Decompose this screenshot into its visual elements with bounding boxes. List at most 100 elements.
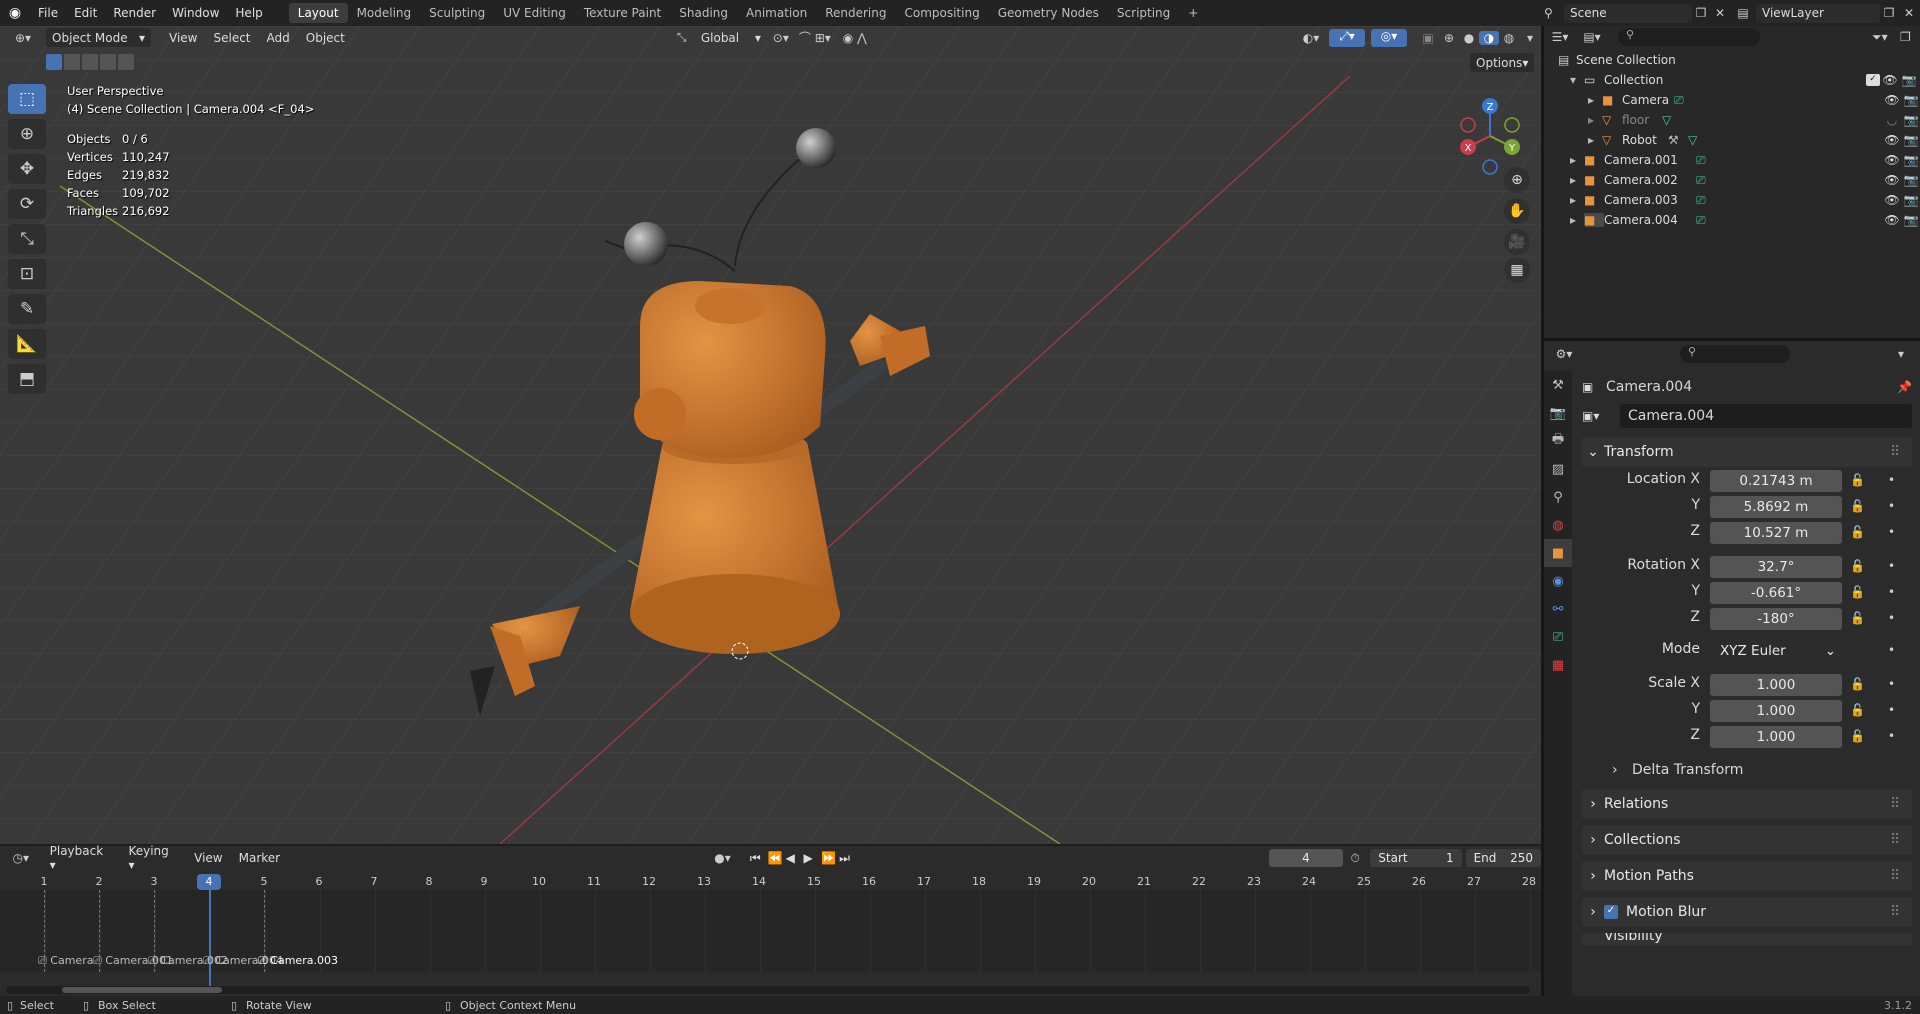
visibility-eye-icon[interactable]: 👁 (1882, 133, 1902, 147)
timeline-editor-type-icon[interactable]: ◷▾ (0, 851, 42, 865)
preview-range-icon[interactable]: ⏱ (1350, 851, 1370, 866)
expand-arrow-icon[interactable]: ▸ (1588, 133, 1602, 147)
shading-options-icon[interactable]: ▾ (1519, 31, 1541, 45)
drag-handle-icon[interactable]: ⠿ (1890, 832, 1912, 848)
render-camera-icon[interactable]: 📷 (1902, 193, 1920, 207)
workspace-tab-geometry-nodes[interactable]: Geometry Nodes (989, 3, 1108, 23)
proportional-edit-icon[interactable]: ◉ ⋀ (835, 31, 875, 45)
rotation-y-field[interactable]: -0.661° (1710, 582, 1842, 604)
rotate-tool-icon[interactable]: ⟳ (8, 189, 46, 219)
timeline-menu-marker[interactable]: Marker (231, 851, 288, 865)
location-x-field[interactable]: 0.21743 m (1710, 470, 1842, 492)
rotation-z-field[interactable]: -180° (1710, 608, 1842, 630)
transform-tool-icon[interactable]: ⊡ (8, 259, 46, 289)
workspace-tab-layout[interactable]: Layout (288, 3, 348, 23)
constraints-tab-icon[interactable]: ⚯ (1544, 595, 1572, 623)
object-type-dropdown[interactable]: ▣▾ (1582, 409, 1620, 423)
outliner-row-camera-002[interactable]: ▸ ■ Camera.002 ⎚ 👁 📷 (1544, 170, 1920, 190)
keyframe-dot-icon[interactable]: • (1888, 585, 1895, 599)
keyframe-dot-icon[interactable]: • (1888, 611, 1895, 625)
properties-search-input[interactable]: ⚲ (1680, 345, 1790, 363)
zoom-icon[interactable]: ⊕ (1504, 167, 1530, 193)
shading-material-icon[interactable]: ◑ (1479, 30, 1499, 45)
pivot-icon[interactable]: ⊙▾ (767, 31, 795, 45)
auto-keying-icon[interactable]: ●▾ (714, 851, 750, 865)
render-camera-icon[interactable]: 📷 (1902, 173, 1920, 187)
viewport-menu-select[interactable]: Select (205, 31, 258, 45)
outliner-search-input[interactable]: ⚲ (1618, 28, 1760, 46)
expand-arrow-icon[interactable]: ▸ (1588, 113, 1602, 127)
render-camera-icon[interactable]: 📷 (1902, 93, 1920, 107)
end-frame-field[interactable]: End 250 (1465, 849, 1542, 867)
display-mode-icon[interactable]: ▤▾ (1576, 30, 1608, 44)
lock-scale-y-icon[interactable]: 🔓 (1850, 703, 1865, 717)
viewport-menu-object[interactable]: Object (298, 31, 353, 45)
keyframe-dot-icon[interactable]: • (1888, 559, 1895, 573)
transform-panel-header[interactable]: ⌄ Transform ⠿ (1582, 437, 1912, 467)
new-scene-icon[interactable]: ❐ (1692, 6, 1710, 20)
viewlayer-selector[interactable]: ViewLayer (1756, 3, 1880, 23)
rotation-mode-dropdown[interactable]: XYZ Euler ⌄ (1710, 640, 1842, 662)
expand-arrow-icon[interactable]: ▾ (1570, 73, 1584, 87)
outliner-editor-type-icon[interactable]: ☰▾ (1544, 30, 1576, 44)
menu-help[interactable]: Help (227, 0, 270, 26)
camera-view-icon[interactable]: 🎥 (1504, 229, 1530, 255)
tool-tab-icon[interactable]: ⚒ (1544, 371, 1572, 399)
viewport-menu-view[interactable]: View (161, 31, 205, 45)
lock-rotation-y-icon[interactable]: 🔓 (1850, 585, 1865, 599)
jump-keyframe-back-icon[interactable]: ⏪ (768, 851, 786, 865)
viewlayer-icon[interactable]: ▤ (1730, 6, 1756, 20)
drag-handle-icon[interactable]: ⠿ (1890, 796, 1912, 812)
timeline-scrollbar-thumb[interactable] (62, 987, 222, 993)
properties-options-icon[interactable]: ▾ (1898, 347, 1920, 361)
move-tool-icon[interactable]: ✥ (8, 154, 46, 184)
visibility-eye-icon[interactable]: 👁 (1882, 93, 1902, 107)
keyframe-dot-icon[interactable]: • (1888, 643, 1895, 657)
workspace-tab-texture-paint[interactable]: Texture Paint (575, 3, 670, 23)
workspace-tab-modeling[interactable]: Modeling (348, 3, 421, 23)
lock-scale-x-icon[interactable]: 🔓 (1850, 677, 1865, 691)
menu-window[interactable]: Window (164, 0, 227, 26)
select-invert-icon[interactable] (100, 54, 116, 70)
timeline-track-area[interactable]: ⎚ Camera ⎚ Camera.001 ⎚ Camera.002 ⎚ Camera… (0, 890, 1541, 986)
shading-wireframe-icon[interactable]: ⊕ (1439, 31, 1459, 45)
scene-icon[interactable]: ⚲ (1544, 6, 1564, 20)
ortho-toggle-icon[interactable]: ▦ (1504, 257, 1530, 283)
select-intersect-icon[interactable] (118, 54, 134, 70)
timeline-marker[interactable]: ⎚ Camera.003 (258, 954, 338, 968)
scene-tab-icon[interactable]: ⚲ (1544, 483, 1572, 511)
output-tab-icon[interactable]: 🖶 (1544, 427, 1572, 455)
expand-arrow-icon[interactable]: ▸ (1588, 93, 1602, 107)
workspace-tab-compositing[interactable]: Compositing (895, 3, 988, 23)
render-camera-icon[interactable]: 📷 (1900, 73, 1918, 87)
delete-viewlayer-icon[interactable]: ✕ (1898, 6, 1920, 20)
outliner-row-floor[interactable]: ▸ ▽ floor ▽ ◡ 📷 (1544, 110, 1920, 130)
jump-start-icon[interactable]: ⏮ (750, 851, 768, 866)
expand-arrow-icon[interactable]: ▸ (1570, 213, 1584, 227)
outliner-row-camera[interactable]: ▸ ■ Camera ⎚ 👁 📷 (1544, 90, 1920, 110)
keyframe-dot-icon[interactable]: • (1888, 525, 1895, 539)
keyframe-dot-icon[interactable]: • (1888, 703, 1895, 717)
world-tab-icon[interactable]: ◍ (1544, 511, 1572, 539)
workspace-tab-sculpting[interactable]: Sculpting (420, 3, 494, 23)
render-tab-icon[interactable]: 📷 (1544, 399, 1572, 427)
scale-tool-icon[interactable]: ⤡ (8, 224, 46, 254)
scale-z-field[interactable]: 1.000 (1710, 726, 1842, 748)
viewport-options-button[interactable]: Options ▾ (1470, 53, 1534, 72)
menu-render[interactable]: Render (105, 0, 164, 26)
workspace-tab-shading[interactable]: Shading (670, 3, 737, 23)
drag-handle-icon[interactable]: ⠿ (1890, 444, 1912, 460)
keyframe-dot-icon[interactable]: • (1888, 729, 1895, 743)
location-y-field[interactable]: 5.8692 m (1710, 496, 1842, 518)
visibility-icon[interactable]: ◐▾ (1293, 31, 1329, 45)
object-tab-icon[interactable]: ■ (1544, 539, 1572, 567)
render-camera-icon[interactable]: 📷 (1902, 153, 1920, 167)
visibility-eye-icon[interactable]: 👁 (1882, 193, 1902, 207)
select-extend-icon[interactable] (64, 54, 80, 70)
view-layer-tab-icon[interactable]: ▨ (1544, 455, 1572, 483)
new-collection-icon[interactable]: ❐ (1900, 30, 1920, 44)
delta-transform-subpanel[interactable]: › Delta Transform (1612, 757, 1902, 783)
motion-blur-panel-header[interactable]: › ✓ Motion Blur ⠿ (1582, 897, 1912, 927)
timeline-menu-playback[interactable]: Playback ▾ (42, 844, 121, 872)
exclude-checkbox[interactable]: ✓ (1866, 74, 1880, 86)
